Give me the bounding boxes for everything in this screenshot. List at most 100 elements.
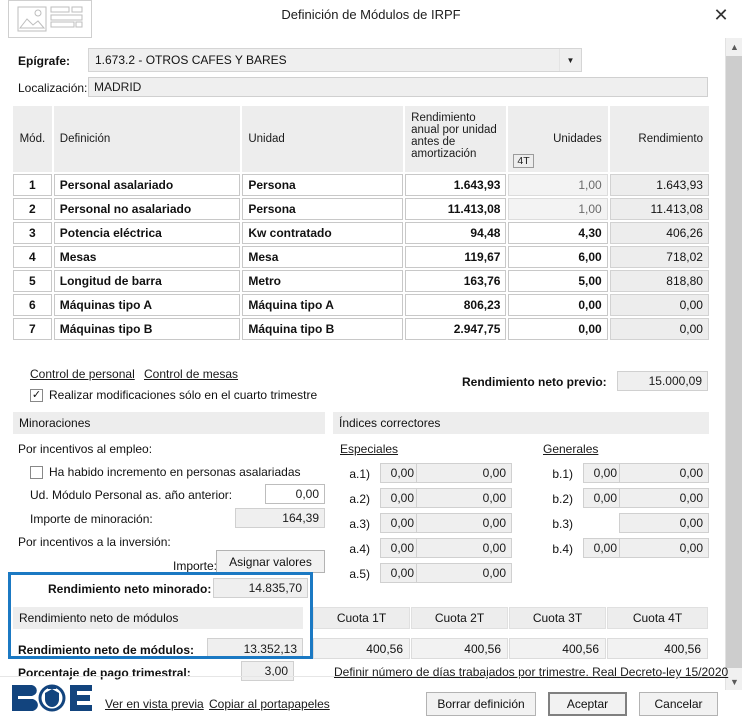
general-key: b.1) [552,467,573,481]
vista-previa-link[interactable]: Ver en vista previa [105,697,204,711]
asignar-valores-button[interactable]: Asignar valores [216,550,325,573]
general-amount-field: 0,00 [619,538,709,558]
cell-mod: 1 [13,174,52,196]
incremento-asalariadas-label: Ha habido incremento en personas asalari… [49,465,301,479]
generales-link[interactable]: Generales [543,442,598,456]
th-mod: Mód. [13,106,52,172]
general-key: b.4) [552,542,573,556]
cell-rendimiento-unidad: 2.947,75 [405,318,507,340]
checkbox-checked-icon: ✓ [30,388,43,402]
cuota-header: Cuota 3T [509,607,606,629]
cell-rendimiento: 11.413,08 [609,198,709,220]
scrollbar-thumb[interactable] [726,56,742,668]
cell-definicion: Potencia eléctrica [53,222,241,244]
rendimiento-neto-minorado-field: 14.835,70 [213,578,308,598]
cell-rendimiento-unidad: 119,67 [405,246,507,268]
cell-unidad: Persona [242,174,404,196]
especial-index-input[interactable]: 0,00 [380,513,420,533]
cell-mod: 5 [13,270,52,292]
cuota-value: 400,56 [411,638,508,659]
cell-rendimiento: 1.643,93 [609,174,709,196]
rendimiento-neto-previo-label: Rendimiento neto previo: [462,375,607,389]
epigrafe-select[interactable]: 1.673.2 - OTROS CAFES Y BARES ▼ [88,48,582,72]
trimestre-badge[interactable]: 4T [513,154,534,168]
scroll-down-icon[interactable]: ▼ [726,673,742,690]
cuota-value: 400,56 [607,638,708,659]
vertical-scrollbar[interactable]: ▲ ▼ [725,38,742,690]
cell-unidades-input[interactable]: 4,30 [508,222,608,244]
especiales-link[interactable]: Especiales [340,442,398,456]
cell-definicion: Mesas [53,246,241,268]
th-rendimiento-unidad: Rendimiento anual por unidad antes de am… [405,106,507,172]
general-index-input[interactable]: 0,00 [583,488,623,508]
especial-amount-field: 0,00 [416,488,512,508]
cell-unidad: Metro [242,270,404,292]
close-icon[interactable]: ✕ [708,2,734,28]
cell-mod: 7 [13,318,52,340]
incentivos-empleo-label: Por incentivos al empleo: [18,442,153,456]
incremento-asalariadas-checkbox[interactable]: Ha habido incremento en personas asalari… [30,465,301,479]
control-mesas-link[interactable]: Control de mesas [144,367,238,381]
especial-index-input[interactable]: 0,00 [380,538,420,558]
general-index-input[interactable]: 0,00 [583,463,623,483]
table-header-row: Mód. Definición Unidad Rendimiento anual… [13,106,709,172]
cell-mod: 2 [13,198,52,220]
cuota-value: 400,56 [509,638,606,659]
th-definicion: Definición [53,106,241,172]
rendimiento-neto-modulos-label: Rendimiento neto de módulos: [18,643,194,657]
irpf-modules-dialog: Definición de Módulos de IRPF ✕ ▲ ▼ Epíg… [0,0,742,718]
th-rendimiento: Rendimiento [609,106,709,172]
portapapeles-link[interactable]: Copiar al portapapeles [209,697,330,711]
cell-unidad: Persona [242,198,404,220]
borrar-definicion-button[interactable]: Borrar definición [426,692,536,716]
localizacion-field[interactable]: MADRID [88,77,708,97]
cell-unidad: Máquina tipo B [242,318,404,340]
porcentaje-pago-label: Porcentaje de pago trimestral: [18,666,191,680]
cell-rendimiento-unidad: 11.413,08 [405,198,507,220]
table-row: 6 Máquinas tipo A Máquina tipo A 806,23 0,00… [13,294,709,316]
general-amount-field: 0,00 [619,513,709,533]
importe-label: Importe: [173,559,218,573]
especial-key: a.5) [349,567,370,581]
window-title: Definición de Módulos de IRPF [281,7,461,22]
general-index-input[interactable]: 0,00 [583,538,623,558]
especial-amount-field: 0,00 [416,538,512,558]
general-key: b.3) [552,517,573,531]
table-row: 4 Mesas Mesa 119,67 6,00 718,02 [13,246,709,268]
especial-index-input[interactable]: 0,00 [380,463,420,483]
chevron-down-icon[interactable]: ▼ [559,49,581,71]
importe-minoracion-label: Importe de minoración: [30,512,153,526]
cell-unidades-input[interactable]: 5,00 [508,270,608,292]
title-bar: Definición de Módulos de IRPF ✕ [0,0,742,38]
cell-unidades-input: 1,00 [508,198,608,220]
control-personal-link[interactable]: Control de personal [30,367,135,381]
document-image-icon [8,0,92,38]
especial-index-input[interactable]: 0,00 [380,563,420,583]
porcentaje-pago-field: 3,00 [241,661,294,681]
aceptar-button[interactable]: Aceptar [548,692,627,716]
th-unidades-label: Unidades [553,133,602,145]
cell-definicion: Personal asalariado [53,174,241,196]
cell-rendimiento: 818,80 [609,270,709,292]
cuarto-trimestre-checkbox[interactable]: ✓ Realizar modificaciones sólo en el cua… [30,388,317,402]
cuota-header: Cuota 2T [411,607,508,629]
table-row: 5 Longitud de barra Metro 163,76 5,00 818,80 [13,270,709,292]
especial-key: a.2) [349,492,370,506]
cancelar-button[interactable]: Cancelar [639,692,718,716]
ud-modulo-personal-input[interactable]: 0,00 [265,484,325,504]
th-unidad: Unidad [242,106,404,172]
general-amount-field: 0,00 [619,488,709,508]
cell-unidades-input[interactable]: 0,00 [508,318,608,340]
ud-modulo-personal-label: Ud. Módulo Personal as. año anterior: [30,488,233,502]
cell-unidades-input[interactable]: 6,00 [508,246,608,268]
table-row: 1 Personal asalariado Persona 1.643,93 1,00 1… [13,174,709,196]
modulos-section-header: Rendimiento neto de módulos [13,607,303,629]
especial-key: a.4) [349,542,370,556]
scroll-up-icon[interactable]: ▲ [726,38,742,55]
epigrafe-label: Epígrafe: [18,54,71,68]
th-unidades: Unidades 4T [508,106,608,172]
especial-index-input[interactable]: 0,00 [380,488,420,508]
especial-amount-field: 0,00 [416,513,512,533]
cuota-header: Cuota 1T [313,607,410,629]
cell-unidades-input[interactable]: 0,00 [508,294,608,316]
